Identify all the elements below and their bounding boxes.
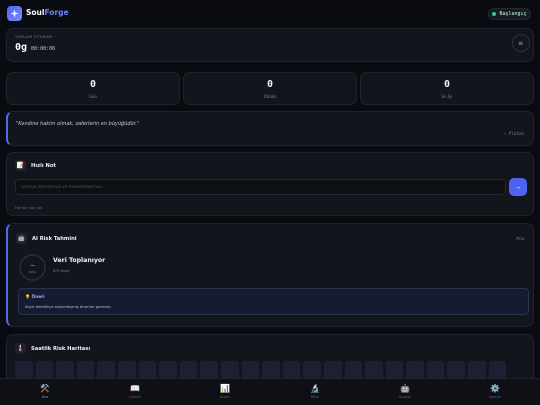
- stat-label: En İyi: [441, 94, 453, 99]
- session-total: 0g: [15, 42, 28, 53]
- risk-sub: 0/3 kayıt: [53, 268, 70, 273]
- stat-label: Gün: [88, 94, 98, 99]
- ai-risk-card: 🤖 AI Risk Tahmini Ana — RİSK Veri Toplan…: [6, 223, 534, 327]
- stat-value: 0: [266, 79, 274, 90]
- tools-icon: ⚒️: [40, 384, 50, 394]
- arrow-right-icon: →: [514, 183, 522, 191]
- nav-label: Bilim: [310, 394, 320, 399]
- risk-status: Veri Toplanıyor: [53, 257, 106, 264]
- nav-label: Analiz: [219, 394, 231, 399]
- book-icon: 📖: [130, 384, 140, 394]
- stat-value: 0: [89, 79, 97, 90]
- quick-note-card: 📝 Hızlı Not → Henüz not yok: [6, 152, 534, 216]
- stat-card-best: 0 En İyi: [360, 72, 534, 105]
- brand-primary: Soul: [26, 8, 45, 17]
- quick-note-empty: Henüz not yok: [15, 205, 43, 210]
- session-label: TOPLAM OTURUM: [15, 35, 53, 39]
- quick-note-input[interactable]: [15, 179, 506, 195]
- gear-icon: ⚙️: [490, 384, 500, 394]
- robot-icon: 🤖: [16, 233, 27, 244]
- stat-card-focused: 0 Odaklı: [183, 72, 357, 105]
- start-button[interactable]: Başlangıç: [488, 8, 531, 20]
- nav-label: Ana: [41, 394, 49, 399]
- chart-icon: 📊: [220, 384, 230, 394]
- nav-item-3[interactable]: 🔬 Bilim: [270, 379, 360, 405]
- memo-icon: 📝: [15, 160, 26, 171]
- stat-label: Odaklı: [263, 94, 277, 99]
- risk-gauge: — RİSK: [19, 254, 46, 281]
- quick-note-title: Hızlı Not: [31, 163, 56, 169]
- session-clock: 00:00:06: [31, 46, 56, 52]
- quote-card: "Kendine hakim olmak, zaferlerin en büyü…: [6, 111, 534, 146]
- suggestion-box: 💡 Öneri Kayıt ekledikçe kişiselleşmiş ön…: [18, 288, 529, 315]
- nav-item-2[interactable]: 📊 Analiz: [180, 379, 270, 405]
- heatmap-title: Saatlik Risk Haritası: [31, 346, 91, 352]
- app-header: SoulForge Başlangıç: [0, 0, 540, 28]
- suggestion-title: 💡 Öneri: [25, 294, 45, 299]
- thermometer-icon: 🌡️: [15, 343, 26, 354]
- session-timer: 0g 00:00:06: [15, 42, 55, 53]
- session-ring[interactable]: 0h: [512, 34, 530, 52]
- ai-risk-link[interactable]: Ana: [516, 236, 524, 241]
- sparkle-icon: [10, 9, 19, 18]
- stat-card-days: 0 Gün: [6, 72, 180, 105]
- app-logo[interactable]: [7, 6, 22, 21]
- quick-note-send-button[interactable]: →: [509, 178, 527, 196]
- risk-gauge-label: RİSK: [29, 269, 37, 274]
- live-dot-icon: [492, 12, 497, 16]
- robot-icon: 🤖: [400, 384, 410, 394]
- risk-gauge-value: —: [30, 263, 35, 269]
- session-ring-label: 0h: [518, 40, 524, 46]
- session-card: TOPLAM OTURUM 0g 00:00:06 0h: [6, 28, 534, 62]
- nav-label: Günlük: [129, 394, 141, 399]
- nav-item-0[interactable]: ⚒️ Ana: [0, 379, 90, 405]
- quote-text: "Kendine hakim olmak, zaferlerin en büyü…: [16, 121, 140, 127]
- nav-item-4[interactable]: 🤖 Asistan: [360, 379, 450, 405]
- brand-accent: Forge: [44, 8, 69, 17]
- nav-item-1[interactable]: 📖 Günlük: [90, 379, 180, 405]
- app-title: SoulForge: [26, 8, 69, 17]
- nav-label: Asistan: [398, 394, 412, 399]
- stat-value: 0: [443, 79, 451, 90]
- suggestion-body: Kayıt ekledikçe kişiselleşmiş öneriler g…: [25, 304, 112, 309]
- bottom-nav: ⚒️ Ana 📖 Günlük 📊 Analiz 🔬 Bilim 🤖 Asistan ⚙️ Ayarl…: [0, 378, 540, 405]
- ai-risk-title: AI Risk Tahmini: [32, 236, 77, 242]
- nav-item-5[interactable]: ⚙️ Ayarlar: [450, 379, 540, 405]
- nav-label: Ayarlar: [489, 394, 501, 399]
- microscope-icon: 🔬: [310, 384, 320, 394]
- start-label: Başlangıç: [499, 11, 527, 17]
- quote-author: — Platon: [503, 131, 524, 136]
